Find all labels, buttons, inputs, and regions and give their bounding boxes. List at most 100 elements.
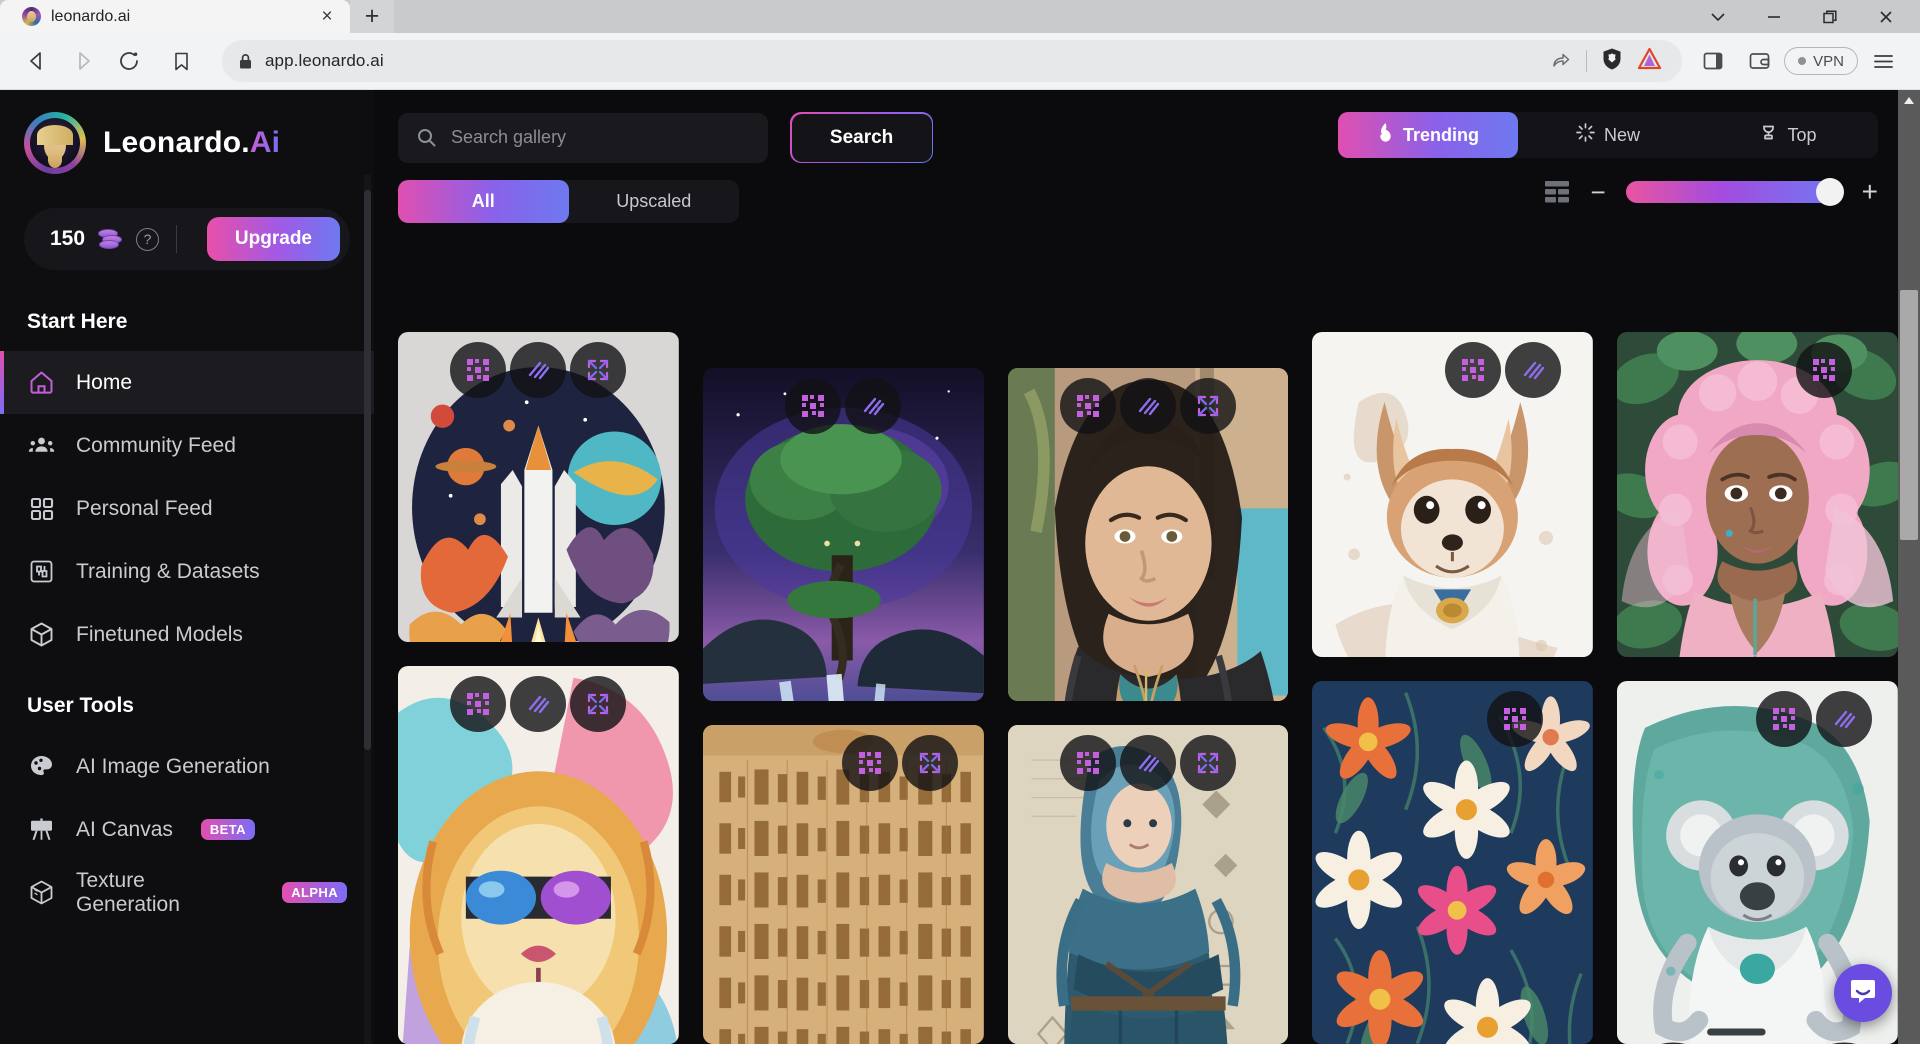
gallery-card-blue-haired-warrior[interactable] <box>1007 725 1289 1044</box>
variations-icon[interactable] <box>510 342 567 398</box>
card-actions <box>1312 690 1593 747</box>
sidebar-item-label: Community Feed <box>76 433 236 457</box>
card-actions <box>703 735 984 792</box>
sidebar-scrollbar-thumb[interactable] <box>364 190 371 750</box>
gallery-card-lion-sunglasses[interactable] <box>398 666 679 1044</box>
chevron-down-icon[interactable] <box>1690 0 1746 33</box>
sidebar-item-label: AI Image Generation <box>76 754 270 778</box>
search-button[interactable]: Search <box>790 112 934 164</box>
remix-icon[interactable] <box>1755 690 1812 747</box>
vpn-button[interactable]: VPN <box>1784 47 1858 75</box>
sidebar-item-label: Personal Feed <box>76 496 213 520</box>
gallery-card-fairy-pink-hair[interactable] <box>1617 332 1898 657</box>
tab-all[interactable]: All <box>398 180 569 224</box>
people-group-icon <box>27 431 56 460</box>
sidebar-item-home[interactable]: Home <box>0 351 374 414</box>
back-arrow-icon[interactable] <box>16 40 58 82</box>
gallery-card-woman-portrait-beach[interactable] <box>1007 368 1289 702</box>
zoom-in-button[interactable]: + <box>1862 178 1878 206</box>
brand-suffix: Ai <box>249 126 281 159</box>
gallery-column <box>702 368 984 1044</box>
sidebar-item-personal-feed[interactable]: Personal Feed <box>0 477 374 540</box>
variations-icon[interactable] <box>1119 735 1176 792</box>
brand-logo-block[interactable]: Leonardo.Ai <box>0 112 374 174</box>
variations-icon[interactable] <box>510 676 567 733</box>
leonardo-logo-icon <box>24 112 86 174</box>
scroll-up-arrow-icon[interactable] <box>1898 90 1920 112</box>
intercom-chat-button[interactable] <box>1834 964 1892 1022</box>
remix-icon[interactable] <box>841 735 898 792</box>
card-actions <box>1617 690 1898 747</box>
gallery-card-cosmic-tree-waterfall[interactable] <box>702 368 984 702</box>
zoom-slider[interactable] <box>1625 178 1844 206</box>
page-scrollbar[interactable] <box>1898 90 1920 1044</box>
sort-tab-label: Trending <box>1403 124 1479 145</box>
tab-new[interactable]: New <box>1518 112 1698 158</box>
remix-icon[interactable] <box>1487 690 1544 747</box>
remix-icon[interactable] <box>450 676 507 733</box>
brave-shields-icon[interactable] <box>1601 47 1623 76</box>
close-tab-icon[interactable]: × <box>314 4 340 30</box>
badge-alpha: ALPHA <box>282 882 347 903</box>
gallery-card-floral-pattern[interactable] <box>1312 680 1594 1044</box>
sidebar-item-texture-generation[interactable]: Texture Generation ALPHA <box>0 861 374 924</box>
browser-window: leonardo.ai × + app.leonardo.ai VPN Leon… <box>0 0 1920 1044</box>
upgrade-button[interactable]: Upgrade <box>206 217 340 261</box>
gallery-card-rocket-launch[interactable] <box>398 332 679 643</box>
remix-icon[interactable] <box>1059 378 1116 434</box>
sidebar-item-community-feed[interactable]: Community Feed <box>0 414 374 477</box>
textured-cube-icon <box>27 878 56 907</box>
question-mark-icon[interactable]: ? <box>136 227 160 251</box>
zoom-slider-thumb[interactable] <box>1815 178 1844 206</box>
minimize-icon[interactable] <box>1746 0 1802 33</box>
sidebar-item-ai-canvas[interactable]: AI Canvas BETA <box>0 798 374 861</box>
restore-icon[interactable] <box>1802 0 1858 33</box>
chat-bubble-icon <box>1848 976 1878 1011</box>
gallery-card-egyptian-papyrus[interactable] <box>702 725 984 1044</box>
tab-top[interactable]: Top <box>1698 112 1878 158</box>
expand-icon[interactable] <box>901 735 958 792</box>
remix-icon[interactable] <box>1795 342 1852 398</box>
browser-toolbar: app.leonardo.ai VPN <box>0 33 1920 90</box>
brave-rewards-triangle-icon[interactable] <box>1637 47 1662 75</box>
search-input[interactable] <box>451 127 750 149</box>
sidebar-item-ai-image-generation[interactable]: AI Image Generation <box>0 735 374 798</box>
close-window-icon[interactable] <box>1858 0 1914 33</box>
remix-icon[interactable] <box>785 378 842 434</box>
gallery-card-chihuahua-watercolor[interactable] <box>1312 332 1594 657</box>
url-text: app.leonardo.ai <box>265 51 384 70</box>
tab-upscaled[interactable]: Upscaled <box>569 180 740 223</box>
wallet-icon[interactable] <box>1738 40 1780 82</box>
sidebar-item-finetuned-models[interactable]: Finetuned Models <box>0 603 374 666</box>
expand-icon[interactable] <box>1179 735 1236 792</box>
grid-squares-icon <box>27 494 56 523</box>
browser-tab[interactable]: leonardo.ai × <box>0 0 350 33</box>
sidebar-item-label: Texture Generation <box>76 868 180 916</box>
divider <box>1586 50 1588 72</box>
hamburger-menu-icon[interactable] <box>1862 40 1904 82</box>
variations-icon[interactable] <box>845 378 902 434</box>
address-bar[interactable]: app.leonardo.ai <box>222 40 1683 82</box>
grid-view-icon[interactable] <box>1544 180 1570 204</box>
expand-icon[interactable] <box>1179 378 1236 434</box>
lock-icon <box>238 53 253 70</box>
share-icon[interactable] <box>1551 48 1572 74</box>
sidebar-item-training-datasets[interactable]: Training & Datasets <box>0 540 374 603</box>
card-actions <box>398 342 679 398</box>
expand-icon[interactable] <box>570 342 627 398</box>
remix-icon[interactable] <box>1059 735 1116 792</box>
remix-icon[interactable] <box>1445 342 1502 398</box>
sidebar-panel-icon[interactable] <box>1692 40 1734 82</box>
reload-icon[interactable] <box>108 40 150 82</box>
page-scrollbar-thumb[interactable] <box>1900 290 1918 540</box>
variations-icon[interactable] <box>1119 378 1176 434</box>
new-tab-button[interactable]: + <box>350 0 394 33</box>
zoom-out-button[interactable]: − <box>1590 179 1605 205</box>
remix-icon[interactable] <box>450 342 507 398</box>
search-gallery-field[interactable] <box>398 112 768 163</box>
bookmark-icon[interactable] <box>160 40 202 82</box>
tab-trending[interactable]: Trending <box>1338 112 1518 158</box>
variations-icon[interactable] <box>1815 690 1872 747</box>
expand-icon[interactable] <box>570 676 627 733</box>
variations-icon[interactable] <box>1505 342 1562 398</box>
